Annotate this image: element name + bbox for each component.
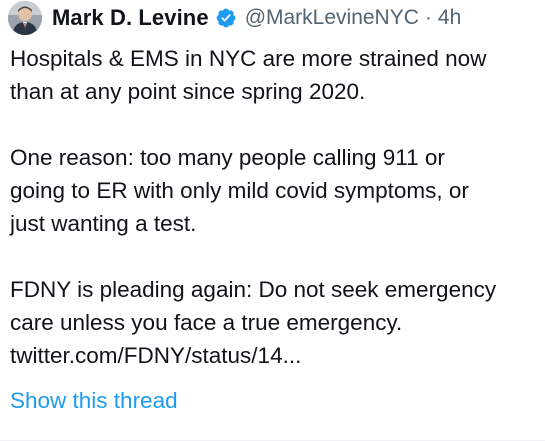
tweet-line: Hospitals & EMS in NYC are more strained…: [10, 46, 487, 71]
tweet-header: Mark D. Levine @MarkLevineNYC · 4h: [8, 0, 461, 36]
author-name[interactable]: Mark D. Levine: [52, 5, 209, 31]
tweet-text: Hospitals & EMS in NYC are more strained…: [10, 42, 538, 372]
quoted-tweet-link[interactable]: twitter.com/FDNY/status/14...: [10, 339, 538, 372]
show-thread-link[interactable]: Show this thread: [10, 384, 178, 417]
avatar[interactable]: [8, 1, 42, 35]
header-separator: ·: [424, 6, 432, 29]
tweet-line: care unless you face a true emergency.: [10, 310, 403, 335]
tweet-card[interactable]: Mark D. Levine @MarkLevineNYC · 4h Hospi…: [0, 0, 545, 441]
author-handle[interactable]: @MarkLevineNYC: [245, 6, 419, 30]
tweet-paragraph: One reason: too many people calling 911 …: [10, 141, 538, 240]
tweet-line: One reason: too many people calling 911 …: [10, 145, 445, 170]
tweet-line: going to ER with only mild covid symptom…: [10, 178, 469, 203]
tweet-line: just wanting a test.: [10, 211, 197, 236]
tweet-line: FDNY is pleading again: Do not seek emer…: [10, 277, 497, 302]
tweet-timestamp[interactable]: 4h: [438, 6, 461, 30]
verified-badge-icon: [216, 8, 236, 28]
tweet-line: than at any point since spring 2020.: [10, 79, 366, 104]
tweet-paragraph: FDNY is pleading again: Do not seek emer…: [10, 273, 538, 372]
tweet-paragraph: Hospitals & EMS in NYC are more strained…: [10, 42, 538, 108]
